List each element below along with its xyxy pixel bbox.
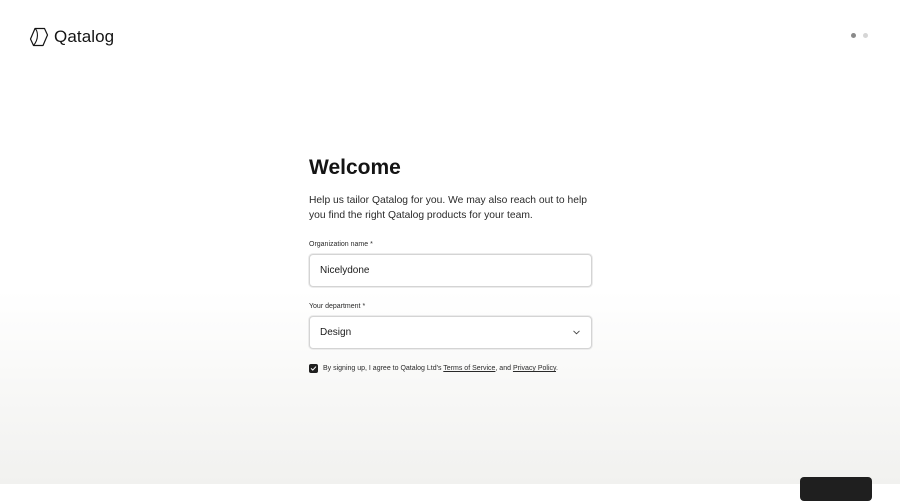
hexagon-logo-icon — [29, 27, 49, 47]
department-label: Your department * — [309, 303, 366, 310]
agreement-period: . — [556, 365, 558, 372]
terms-checkbox[interactable] — [309, 364, 318, 373]
agreement-text: By signing up, I agree to Qatalog Ltd's — [323, 365, 442, 372]
organization-name-input[interactable]: Nicelydone — [309, 254, 592, 287]
brand-logo: Qatalog — [29, 27, 114, 47]
step-indicator — [851, 33, 868, 38]
step-dot-2 — [863, 33, 868, 38]
intro-text: Help us tailor Qatalog for you. We may a… — [309, 195, 587, 221]
terms-of-service-link[interactable]: Terms of Service — [443, 365, 495, 372]
checkmark-icon — [310, 366, 317, 371]
step-dot-1 — [851, 33, 856, 38]
organization-name-value: Nicelydone — [320, 265, 370, 276]
continue-button[interactable] — [800, 477, 872, 501]
department-select[interactable]: Design — [309, 316, 592, 349]
agreement-separator: , and — [495, 365, 511, 372]
chevron-down-icon — [573, 330, 580, 335]
organization-name-label: Organization name * — [309, 241, 373, 248]
department-value: Design — [320, 327, 352, 338]
privacy-policy-link[interactable]: Privacy Policy — [513, 365, 556, 372]
page-title: Welcome — [309, 156, 401, 179]
welcome-form: Welcome Help us tailor Qatalog for you. … — [309, 154, 592, 373]
brand-name: Qatalog — [54, 27, 115, 46]
terms-agreement: By signing up, I agree to Qatalog Ltd's … — [309, 364, 592, 373]
